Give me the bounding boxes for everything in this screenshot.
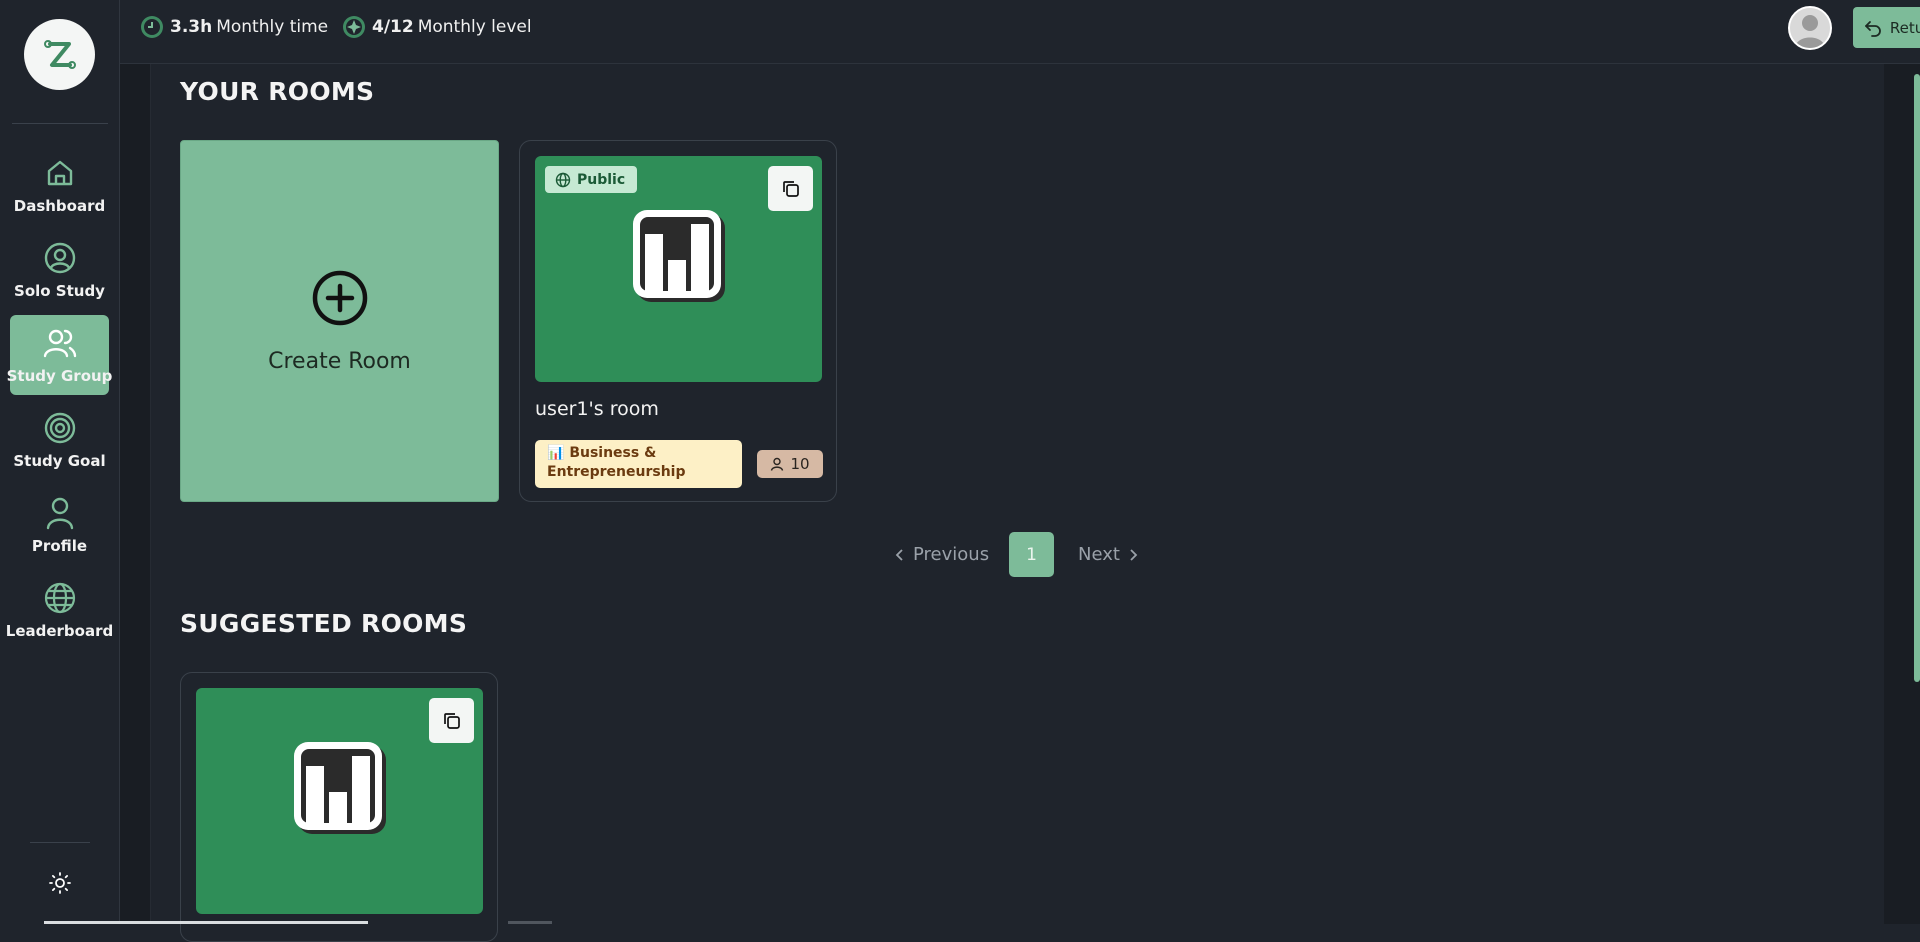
create-room-label: Create Room: [268, 348, 411, 374]
sidebar-item-label: Study Group: [6, 367, 113, 385]
sidebar-divider: [30, 842, 90, 843]
sidebar-item-label: Leaderboard: [5, 622, 114, 640]
sidebar-item-label: Profile: [31, 537, 88, 555]
copy-link-button[interactable]: [768, 166, 813, 211]
pagination-page-current[interactable]: 1: [1009, 532, 1054, 577]
theme-toggle-button[interactable]: [44, 867, 76, 899]
sidebar-item-study-group[interactable]: Study Group: [7, 315, 112, 395]
globe-icon: [42, 580, 78, 616]
sidebar-item-leaderboard[interactable]: Leaderboard: [6, 570, 113, 650]
sidebar-divider: [12, 123, 108, 124]
category-label: Business & Entrepreneurship: [547, 445, 686, 480]
bar-chart-icon: [294, 742, 386, 834]
category-emoji: 📊: [547, 445, 565, 461]
users-icon: [42, 325, 78, 361]
chevron-left-icon: [895, 548, 903, 561]
category-tag[interactable]: 📊 Business & Entrepreneurship: [535, 440, 742, 488]
scrollbar-thumb[interactable]: [1914, 74, 1920, 682]
suggested-room-card[interactable]: [180, 672, 498, 942]
bar-chart-icon: [633, 210, 725, 302]
user-icon: [42, 495, 78, 531]
sidebar-item-label: Solo Study: [14, 282, 105, 300]
clock-icon: [141, 16, 163, 38]
home-icon: [42, 155, 78, 191]
suggested-rooms-title: SUGGESTED ROOMS: [180, 609, 468, 638]
pagination-next[interactable]: Next: [1078, 532, 1138, 577]
pagination-next-label: Next: [1078, 544, 1120, 565]
monthly-level-value: 4/12: [372, 17, 414, 37]
sidebar-item-label: Dashboard: [13, 197, 106, 215]
sidebar: Dashboard Solo Study Study Group Study G…: [0, 0, 120, 924]
undo-icon: [1865, 20, 1881, 37]
sidebar-item-profile[interactable]: Profile: [10, 485, 109, 565]
return-to-room-label: Return to room: [1889, 18, 1920, 37]
sidebar-item-dashboard[interactable]: Dashboard: [10, 145, 109, 225]
public-badge-label: Public: [577, 171, 626, 188]
return-to-room-button[interactable]: Return to room: [1853, 7, 1920, 48]
room-thumbnail: [196, 688, 483, 914]
member-count: 10: [790, 455, 810, 473]
monthly-level-stat: 4/12 Monthly level: [342, 14, 532, 40]
sidebar-item-study-goal[interactable]: Study Goal: [10, 400, 109, 480]
avatar-placeholder-icon: [1790, 8, 1830, 48]
globe-icon: [555, 172, 571, 187]
app-logo[interactable]: [24, 19, 95, 90]
your-rooms-title: YOUR ROOMS: [180, 77, 375, 106]
room-card[interactable]: Public user1's room 📊 Business & Entrepr…: [519, 140, 837, 502]
z-logo-icon: [43, 39, 76, 69]
public-badge: Public: [545, 166, 638, 193]
copy-icon: [443, 712, 460, 729]
user-icon: [771, 457, 784, 471]
sun-icon: [49, 872, 71, 894]
room-name: user1's room: [535, 398, 659, 420]
monthly-time-stat: 3.3h Monthly time: [140, 14, 328, 40]
sidebar-item-solo-study[interactable]: Solo Study: [10, 230, 109, 310]
create-room-card[interactable]: Create Room: [180, 140, 499, 502]
monthly-time-label: Monthly time: [216, 17, 329, 37]
content-gutter-left: [120, 64, 150, 924]
plus-circle-icon: [312, 270, 367, 325]
target-icon: [42, 410, 78, 446]
copy-link-button[interactable]: [429, 698, 474, 743]
chevron-right-icon: [1130, 548, 1138, 561]
pagination-previous-label: Previous: [913, 544, 990, 565]
member-count-badge: 10: [757, 450, 823, 478]
level-icon: [343, 16, 365, 38]
pagination-previous[interactable]: Previous: [895, 532, 989, 577]
top-bar: 3.3h Monthly time 4/12 Monthly level Ret…: [120, 0, 1920, 64]
copy-icon: [782, 180, 799, 197]
monthly-time-value: 3.3h: [170, 17, 213, 37]
avatar[interactable]: [1788, 6, 1832, 50]
sidebar-item-label: Study Goal: [13, 452, 106, 470]
room-thumbnail: Public: [535, 156, 822, 382]
user-circle-icon: [42, 240, 78, 276]
monthly-level-label: Monthly level: [417, 17, 532, 37]
